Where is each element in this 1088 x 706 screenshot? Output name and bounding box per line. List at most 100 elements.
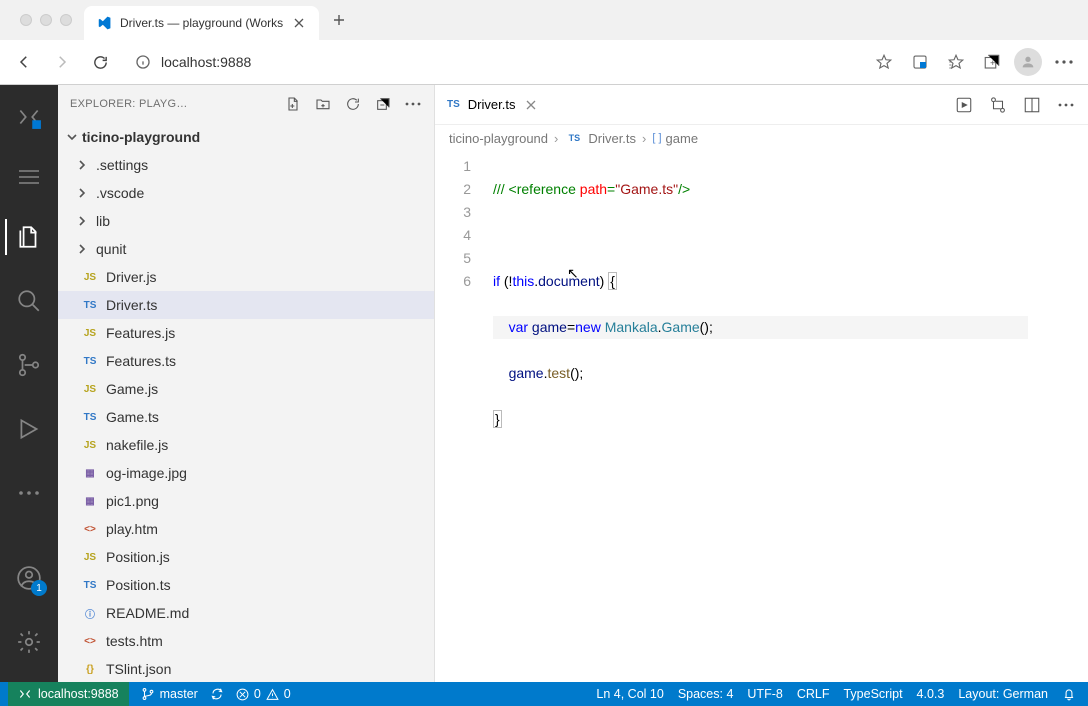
settings-gear-icon[interactable] (5, 618, 53, 666)
file-type-icon: JS (80, 272, 100, 283)
search-icon[interactable] (5, 277, 53, 325)
run-debug-icon[interactable] (5, 405, 53, 453)
tree-folder[interactable]: lib (58, 207, 434, 235)
breadcrumb-file[interactable]: TSDriver.ts (564, 131, 636, 146)
run-icon[interactable] (954, 95, 974, 115)
breadcrumbs[interactable]: ticino-playground › TSDriver.ts › [ ]gam… (435, 125, 1088, 151)
close-window-icon[interactable] (20, 14, 32, 26)
tree-file[interactable]: {}TSlint.json (58, 655, 434, 682)
breadcrumb-project[interactable]: ticino-playground (449, 131, 548, 146)
more-activity-icon[interactable] (5, 469, 53, 517)
file-tree[interactable]: ticino-playground .settings.vscodelibqun… (58, 123, 434, 682)
browser-tab[interactable]: Driver.ts — playground (Works (84, 6, 319, 40)
url-input[interactable]: localhost:9888 (122, 46, 862, 78)
explorer-icon[interactable] (5, 213, 53, 261)
remote-window-icon[interactable] (5, 93, 53, 141)
close-editor-tab-icon[interactable] (523, 97, 539, 113)
site-info-icon[interactable] (133, 52, 153, 72)
split-editor-icon[interactable] (1022, 95, 1042, 115)
collections-icon[interactable] (976, 46, 1008, 78)
minimize-window-icon[interactable] (40, 14, 52, 26)
tree-folder[interactable]: .vscode (58, 179, 434, 207)
file-label: Driver.js (106, 269, 157, 285)
new-folder-icon[interactable] (314, 95, 332, 113)
file-label: Game.js (106, 381, 158, 397)
file-type-icon: TS (80, 356, 100, 367)
favorite-star-icon[interactable] (868, 46, 900, 78)
tree-file[interactable]: TSGame.ts (58, 403, 434, 431)
tree-file[interactable]: <>play.htm (58, 515, 434, 543)
problems-status[interactable]: 0 0 (236, 687, 291, 701)
tree-file[interactable]: JSFeatures.js (58, 319, 434, 347)
git-branch-status[interactable]: master (141, 687, 198, 701)
file-type-icon: TS (80, 580, 100, 591)
remote-host-status[interactable]: localhost:9888 (8, 682, 129, 706)
indentation-status[interactable]: Spaces: 4 (678, 687, 734, 701)
more-actions-icon[interactable] (404, 95, 422, 113)
explorer-header: EXPLORER: PLAYG… (58, 85, 434, 123)
editor-more-icon[interactable] (1056, 95, 1076, 115)
maximize-window-icon[interactable] (60, 14, 72, 26)
tree-file[interactable]: JS Driver.js (58, 263, 434, 291)
tree-folder[interactable]: .settings (58, 151, 434, 179)
file-label: Features.js (106, 325, 175, 341)
tree-file[interactable]: JSnakefile.js (58, 431, 434, 459)
back-button[interactable] (8, 46, 40, 78)
forward-button[interactable] (46, 46, 78, 78)
extension-icon[interactable] (904, 46, 936, 78)
keyboard-layout-status[interactable]: Layout: German (958, 687, 1048, 701)
eol-status[interactable]: CRLF (797, 687, 830, 701)
window-controls[interactable] (8, 14, 84, 26)
encoding-status[interactable]: UTF-8 (747, 687, 782, 701)
profile-avatar-icon[interactable] (1012, 46, 1044, 78)
hamburger-menu-icon[interactable] (5, 157, 53, 197)
tree-root-folder[interactable]: ticino-playground (58, 123, 434, 151)
chevron-right-icon (74, 215, 90, 227)
tree-file[interactable]: TSDriver.ts (58, 291, 434, 319)
new-file-icon[interactable] (284, 95, 302, 113)
accounts-icon[interactable]: 1 (5, 554, 53, 602)
file-type-icon: ⓘ (80, 606, 100, 621)
refresh-icon[interactable] (344, 95, 362, 113)
tree-file[interactable]: JSGame.js (58, 375, 434, 403)
code-editor[interactable]: 1 2 3 4 5 6 /// <reference path="Game.ts… (435, 151, 1088, 682)
tree-file[interactable]: TSPosition.ts (58, 571, 434, 599)
tree-file[interactable]: ▦pic1.png (58, 487, 434, 515)
tree-file[interactable]: ▦og-image.jpg (58, 459, 434, 487)
more-menu-icon[interactable] (1048, 46, 1080, 78)
tree-file[interactable]: TSFeatures.ts (58, 347, 434, 375)
tree-file[interactable]: JSPosition.js (58, 543, 434, 571)
browser-chrome: Driver.ts — playground (Works localhost:… (0, 0, 1088, 85)
editor-tab-driver-ts[interactable]: TS Driver.ts (435, 85, 551, 124)
language-status[interactable]: TypeScript (843, 687, 902, 701)
tree-folder[interactable]: qunit (58, 235, 434, 263)
address-bar: localhost:9888 (0, 40, 1088, 84)
file-label: README.md (106, 605, 189, 621)
notifications-bell-icon[interactable] (1062, 687, 1076, 701)
collapse-all-icon[interactable] (374, 95, 392, 113)
minimap[interactable] (1028, 151, 1088, 682)
file-label: play.htm (106, 521, 158, 537)
file-type-icon: ▦ (80, 468, 100, 479)
new-tab-button[interactable] (325, 6, 353, 34)
chevron-right-icon (74, 243, 90, 255)
file-label: Position.js (106, 549, 170, 565)
code-content[interactable]: /// <reference path="Game.ts"/> if (!thi… (493, 151, 1028, 682)
close-tab-icon[interactable] (291, 15, 307, 31)
ts-version-status[interactable]: 4.0.3 (917, 687, 945, 701)
ide-window: 1 EXPLORER: PLAYG… ticino-playground .se… (0, 85, 1088, 682)
tree-file[interactable]: ⓘ README.md (58, 599, 434, 627)
cursor-position-status[interactable]: Ln 4, Col 10 (596, 687, 663, 701)
file-label: TSlint.json (106, 661, 171, 677)
sync-status[interactable] (210, 687, 224, 701)
browser-toolbar-right (868, 46, 1080, 78)
explorer-sidebar: EXPLORER: PLAYG… ticino-playground .sett… (58, 85, 435, 682)
diff-icon[interactable] (988, 95, 1008, 115)
source-control-icon[interactable] (5, 341, 53, 389)
file-label: tests.htm (106, 633, 163, 649)
chevron-right-icon: › (642, 131, 646, 146)
tree-file[interactable]: <>tests.htm (58, 627, 434, 655)
breadcrumb-symbol[interactable]: [ ]game (652, 131, 698, 146)
reload-button[interactable] (84, 46, 116, 78)
favorites-icon[interactable] (940, 46, 972, 78)
